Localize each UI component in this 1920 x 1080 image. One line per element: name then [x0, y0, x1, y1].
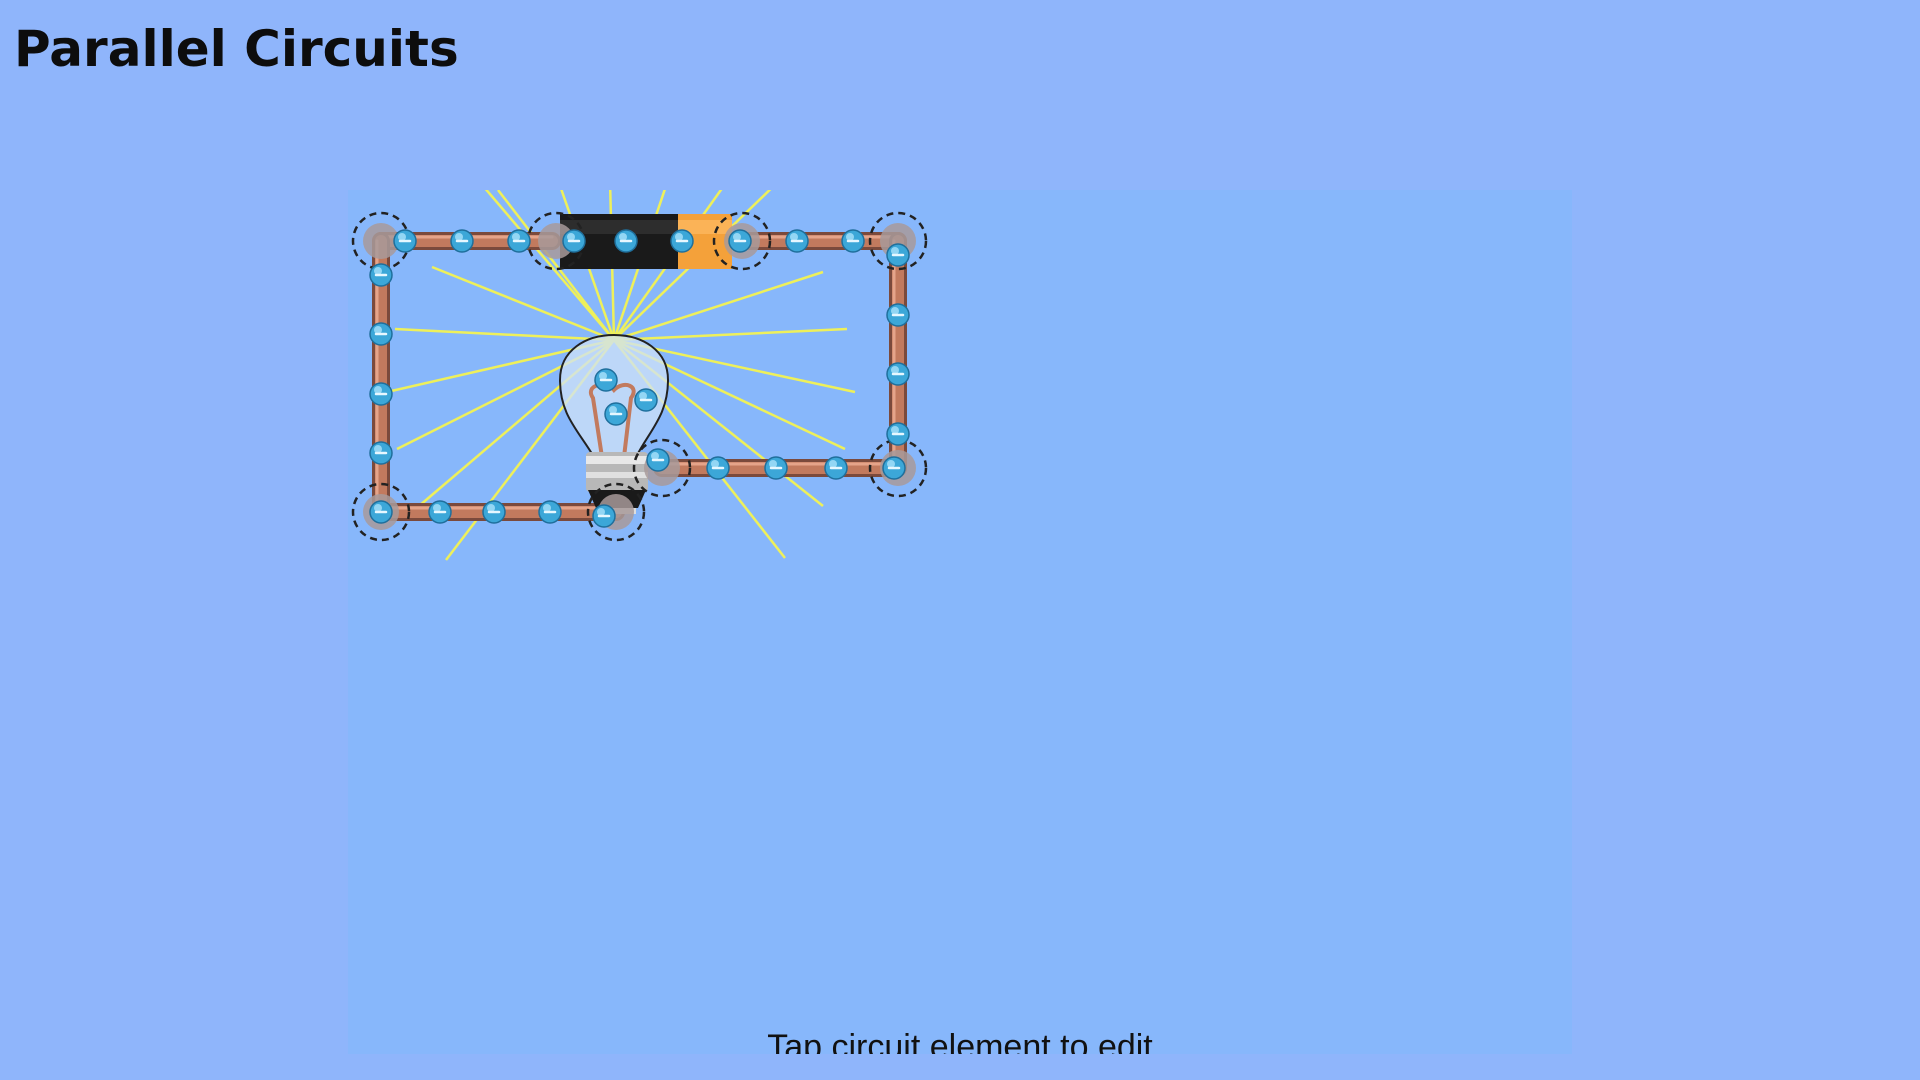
wire-top-right[interactable]: [732, 232, 907, 250]
electron: [614, 229, 638, 253]
electron: [369, 382, 393, 406]
electron: [886, 362, 910, 386]
electron: [538, 500, 562, 524]
electron: [482, 500, 506, 524]
electron: [393, 229, 417, 253]
circuit-canvas[interactable]: [348, 190, 1572, 1054]
electron: [785, 229, 809, 253]
electron: [592, 504, 616, 528]
electron: [634, 388, 658, 412]
electron: [646, 448, 670, 472]
electron: [882, 456, 906, 480]
page: Parallel Circuits Tap circuit element to…: [0, 0, 1920, 1080]
electron: [764, 456, 788, 480]
edit-hint: Tap circuit element to edit: [767, 1028, 1153, 1054]
electron: [450, 229, 474, 253]
electron: [369, 500, 393, 524]
electron: [886, 243, 910, 267]
battery[interactable]: [560, 214, 732, 269]
electron: [369, 322, 393, 346]
electron: [369, 263, 393, 287]
page-title: Parallel Circuits: [14, 20, 459, 78]
electron: [507, 229, 531, 253]
electron: [670, 229, 694, 253]
electron: [428, 500, 452, 524]
electron: [594, 368, 618, 392]
electron: [886, 303, 910, 327]
electron: [604, 402, 628, 426]
electron: [369, 441, 393, 465]
electron: [728, 229, 752, 253]
electron: [886, 422, 910, 446]
electron: [706, 456, 730, 480]
electron: [562, 229, 586, 253]
bottom-strip: [0, 1054, 1920, 1080]
electron: [841, 229, 865, 253]
electron: [824, 456, 848, 480]
simulation-panel[interactable]: Tap circuit element to edit: [348, 190, 1572, 1054]
